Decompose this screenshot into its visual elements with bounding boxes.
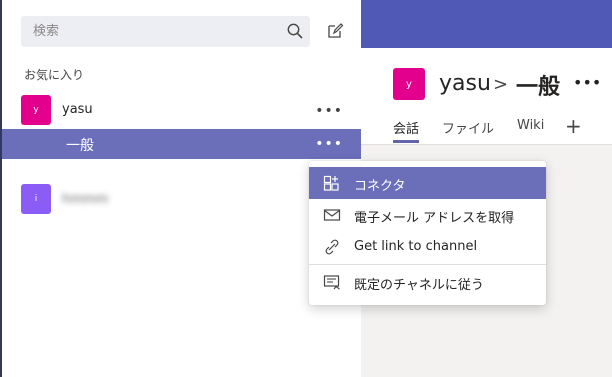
- menu-divider: [309, 264, 546, 265]
- channel-more-options-icon[interactable]: •••: [315, 136, 343, 152]
- tab-files[interactable]: ファイル: [442, 118, 494, 137]
- header-team-avatar: y: [393, 68, 425, 100]
- breadcrumb-channel: 一般: [516, 75, 561, 100]
- app-header-bar: [361, 0, 612, 48]
- search-icon[interactable]: [286, 22, 304, 40]
- menu-item-label: 電子メール アドレスを取得: [354, 211, 515, 226]
- add-tab-icon[interactable]: +: [565, 114, 582, 138]
- menu-item-label: コネクタ: [354, 179, 406, 194]
- team-item-second[interactable]: i hmmm: [2, 184, 361, 214]
- link-icon: [325, 239, 339, 255]
- menu-item-get-email[interactable]: 電子メール アドレスを取得: [309, 199, 546, 231]
- channel-item-general[interactable]: 一般 •••: [2, 129, 361, 159]
- sidebar: お気に入り y yasu ••• 一般 ••• i hmmm: [2, 0, 361, 377]
- connector-icon: [323, 175, 339, 191]
- team-name-blurred: hmmm: [62, 192, 109, 207]
- compose-icon[interactable]: [326, 22, 344, 40]
- search-box[interactable]: [21, 16, 310, 47]
- breadcrumb-separator-icon: >: [493, 74, 509, 95]
- breadcrumb-team[interactable]: yasu: [439, 71, 491, 96]
- team-name: yasu: [62, 102, 93, 117]
- team-more-options-icon[interactable]: •••: [315, 103, 343, 119]
- mail-icon: [323, 209, 341, 221]
- favorites-label: お気に入り: [24, 68, 85, 82]
- channel-context-menu: コネクタ 電子メール アドレスを取得 Get link to channel 既…: [309, 161, 546, 305]
- team-item-yasu[interactable]: y yasu •••: [2, 95, 361, 125]
- header-more-options-icon[interactable]: •••: [573, 73, 601, 92]
- menu-item-label: Get link to channel: [354, 239, 478, 254]
- menu-item-connectors[interactable]: コネクタ: [309, 167, 546, 199]
- tab-wiki[interactable]: Wiki: [517, 118, 544, 133]
- menu-item-follow-channel[interactable]: 既定のチャネルに従う: [309, 266, 546, 298]
- team-avatar: y: [21, 95, 51, 125]
- follow-channel-icon: [323, 275, 340, 290]
- menu-item-get-link[interactable]: Get link to channel: [309, 231, 546, 263]
- team-avatar: i: [21, 184, 51, 214]
- menu-item-label: 既定のチャネルに従う: [354, 278, 484, 293]
- search-input[interactable]: [33, 16, 273, 47]
- tab-conversations[interactable]: 会話: [393, 118, 420, 143]
- channel-name: 一般: [66, 138, 94, 154]
